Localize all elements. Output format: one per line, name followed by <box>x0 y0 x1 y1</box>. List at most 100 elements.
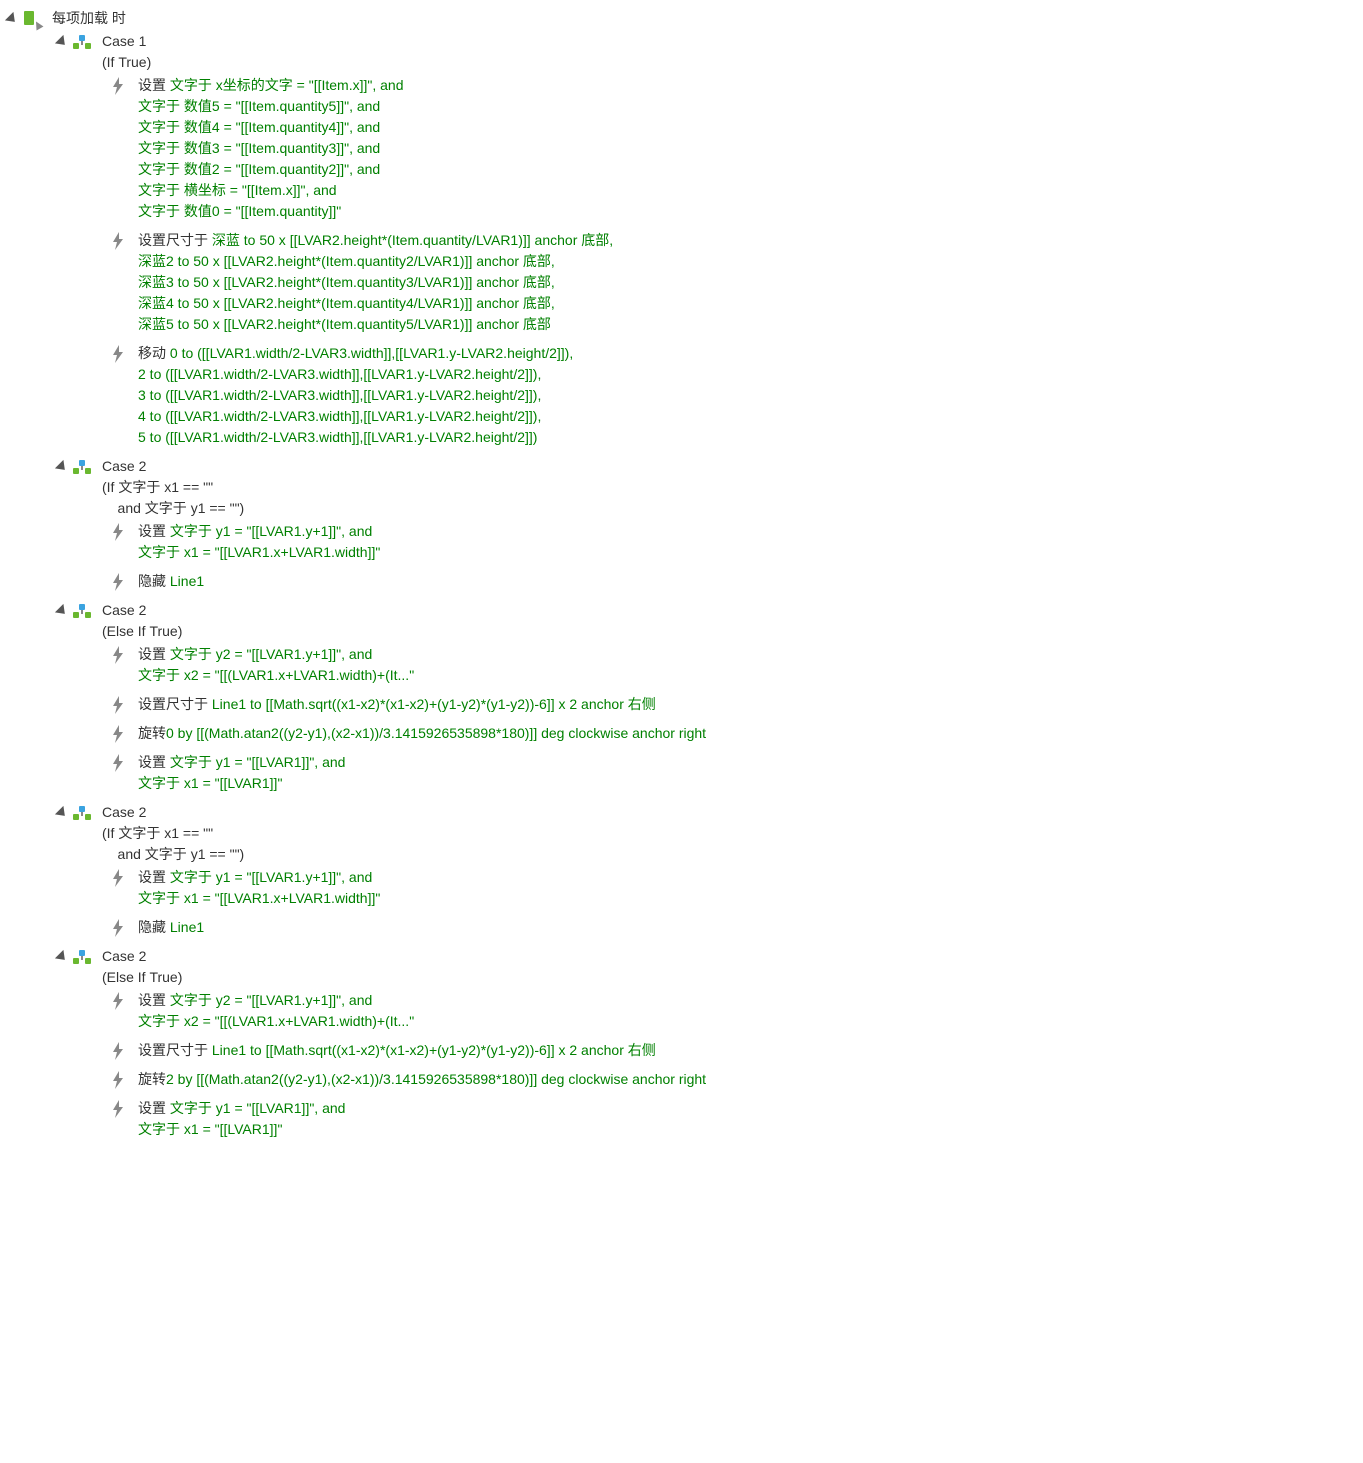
action-line: 文字于 x2 = "[[(LVAR1.x+LVAR1.width)+(It...… <box>138 665 1355 686</box>
expand-triangle-icon[interactable] <box>55 806 69 820</box>
case-row[interactable]: Case 2(Else If True) <box>8 946 1355 988</box>
action-line: 设置 文字于 y2 = "[[LVAR1.y+1]]", and <box>138 644 1355 665</box>
expand-triangle-icon[interactable] <box>5 12 19 26</box>
case-row[interactable]: Case 1(If True) <box>8 31 1355 73</box>
case-icon <box>73 35 91 49</box>
action-prefix: 设置 <box>138 646 170 662</box>
action-target: 2 to ([[LVAR1.width/2-LVAR3.width]],[[LV… <box>138 366 541 382</box>
action-prefix: 设置 <box>138 992 170 1008</box>
action-line: 设置 文字于 y1 = "[[LVAR1]]", and <box>138 1098 1355 1119</box>
action-target: 0 by [[(Math.atan2((y2-y1),(x2-x1))/3.14… <box>166 725 706 741</box>
action-target: 深蓝3 to 50 x [[LVAR2.height*(Item.quantit… <box>138 274 555 290</box>
action-line: 文字于 x1 = "[[LVAR1.x+LVAR1.width]]" <box>138 888 1355 909</box>
case-title: Case 2 <box>102 802 1355 823</box>
case-row[interactable]: Case 2(If 文字于 x1 == "" and 文字于 y1 == "") <box>8 456 1355 519</box>
event-row[interactable]: 每项加载 时 <box>8 8 1355 29</box>
case-title: Case 2 <box>102 600 1355 621</box>
action-row[interactable]: 隐藏 Line1 <box>8 917 1355 938</box>
bolt-icon <box>108 646 128 664</box>
case-row[interactable]: Case 2(Else If True) <box>8 600 1355 642</box>
bolt-icon <box>108 992 128 1010</box>
action-line: 文字于 x1 = "[[LVAR1]]" <box>138 1119 1355 1140</box>
case-icon <box>73 950 91 964</box>
action-target: 文字于 y1 = "[[LVAR1]]", and <box>170 754 346 770</box>
action-row[interactable]: 旋转2 by [[(Math.atan2((y2-y1),(x2-x1))/3.… <box>8 1069 1355 1090</box>
action-target: 文字于 x坐标的文字 = "[[Item.x]]", and <box>170 77 404 93</box>
action-line: 3 to ([[LVAR1.width/2-LVAR3.width]],[[LV… <box>138 385 1355 406</box>
action-target: Line1 <box>170 573 204 589</box>
event-icon <box>22 10 42 28</box>
case-header: Case 2(Else If True) <box>102 946 1355 988</box>
bolt-icon <box>108 869 128 887</box>
bolt-icon <box>108 523 128 541</box>
case-icon-slot <box>72 602 92 620</box>
action-row[interactable]: 设置 文字于 y2 = "[[LVAR1.y+1]]", and 文字于 x2 =… <box>8 990 1355 1032</box>
expand-triangle-icon[interactable] <box>55 604 69 618</box>
action-line: 设置 文字于 y1 = "[[LVAR1.y+1]]", and <box>138 521 1355 542</box>
bolt-icon <box>108 573 128 591</box>
expand-triangle-icon[interactable] <box>55 950 69 964</box>
action-line: 4 to ([[LVAR1.width/2-LVAR3.width]],[[LV… <box>138 406 1355 427</box>
action-line: 设置 文字于 y2 = "[[LVAR1.y+1]]", and <box>138 990 1355 1011</box>
action-row[interactable]: 移动 0 to ([[LVAR1.width/2-LVAR3.width]],[… <box>8 343 1355 448</box>
action-prefix: 设置 <box>138 77 170 93</box>
action-row[interactable]: 设置 文字于 y1 = "[[LVAR1.y+1]]", and文字于 x1 =… <box>8 867 1355 909</box>
action-prefix: 旋转 <box>138 1071 166 1087</box>
case-condition: (Else If True) <box>102 621 1355 642</box>
bolt-icon <box>108 77 128 95</box>
action-content: 设置尺寸于 Line1 to [[Math.sqrt((x1-x2)*(x1-x… <box>138 1040 1355 1061</box>
action-target: 深蓝 to 50 x [[LVAR2.height*(Item.quantity… <box>212 232 613 248</box>
case-icon <box>73 460 91 474</box>
action-content: 设置 文字于 y2 = "[[LVAR1.y+1]]", and文字于 x2 =… <box>138 644 1355 686</box>
action-line: 深蓝2 to 50 x [[LVAR2.height*(Item.quantit… <box>138 251 1355 272</box>
expand-triangle-icon[interactable] <box>55 35 69 49</box>
action-content: 设置尺寸于 深蓝 to 50 x [[LVAR2.height*(Item.qu… <box>138 230 1355 335</box>
action-content: 设置尺寸于 Line1 to [[Math.sqrt((x1-x2)*(x1-x… <box>138 694 1355 715</box>
action-line: 隐藏 Line1 <box>138 571 1355 592</box>
action-target: 文字于 y1 = "[[LVAR1.y+1]]", and <box>170 523 372 539</box>
bolt-icon <box>108 725 128 743</box>
action-line: 隐藏 Line1 <box>138 917 1355 938</box>
action-target: 文字于 x2 = "[[(LVAR1.x+LVAR1.width)+(It...… <box>138 1013 414 1029</box>
action-target: 文字于 数值3 = "[[Item.quantity3]]", and <box>138 140 380 156</box>
case-row[interactable]: Case 2(If 文字于 x1 == "" and 文字于 y1 == "") <box>8 802 1355 865</box>
action-prefix: 设置尺寸于 <box>138 696 212 712</box>
action-row[interactable]: 设置尺寸于 深蓝 to 50 x [[LVAR2.height*(Item.qu… <box>8 230 1355 335</box>
action-line: 深蓝3 to 50 x [[LVAR2.height*(Item.quantit… <box>138 272 1355 293</box>
action-line: 深蓝4 to 50 x [[LVAR2.height*(Item.quantit… <box>138 293 1355 314</box>
action-line: 文字于 数值2 = "[[Item.quantity2]]", and <box>138 159 1355 180</box>
case-condition: (Else If True) <box>102 967 1355 988</box>
action-row[interactable]: 设置 文字于 y2 = "[[LVAR1.y+1]]", and文字于 x2 =… <box>8 644 1355 686</box>
action-line: 设置尺寸于 深蓝 to 50 x [[LVAR2.height*(Item.qu… <box>138 230 1355 251</box>
action-row[interactable]: 隐藏 Line1 <box>8 571 1355 592</box>
action-row[interactable]: 设置 文字于 y1 = "[[LVAR1.y+1]]", and文字于 x1 =… <box>8 521 1355 563</box>
action-row[interactable]: 设置 文字于 x坐标的文字 = "[[Item.x]]", and文字于 数值5… <box>8 75 1355 222</box>
action-row[interactable]: 设置 文字于 y1 = "[[LVAR1]]", and文字于 x1 = "[[… <box>8 1098 1355 1140</box>
action-line: 旋转0 by [[(Math.atan2((y2-y1),(x2-x1))/3.… <box>138 723 1355 744</box>
case-header: Case 2(Else If True) <box>102 600 1355 642</box>
action-line: 文字于 x2 = "[[(LVAR1.x+LVAR1.width)+(It...… <box>138 1011 1355 1032</box>
action-line: 文字于 x1 = "[[LVAR1]]" <box>138 773 1355 794</box>
action-content: 移动 0 to ([[LVAR1.width/2-LVAR3.width]],[… <box>138 343 1355 448</box>
action-row[interactable]: 设置尺寸于 Line1 to [[Math.sqrt((x1-x2)*(x1-x… <box>8 694 1355 715</box>
expand-triangle-icon[interactable] <box>55 460 69 474</box>
action-line: 设置尺寸于 Line1 to [[Math.sqrt((x1-x2)*(x1-x… <box>138 1040 1355 1061</box>
action-line: 移动 0 to ([[LVAR1.width/2-LVAR3.width]],[… <box>138 343 1355 364</box>
action-content: 设置 文字于 y2 = "[[LVAR1.y+1]]", and 文字于 x2 =… <box>138 990 1355 1032</box>
action-content: 隐藏 Line1 <box>138 571 1355 592</box>
action-content: 设置 文字于 y1 = "[[LVAR1]]", and文字于 x1 = "[[… <box>138 752 1355 794</box>
action-line: 旋转2 by [[(Math.atan2((y2-y1),(x2-x1))/3.… <box>138 1069 1355 1090</box>
action-prefix: 设置 <box>138 869 170 885</box>
action-target: 文字于 y2 = "[[LVAR1.y+1]]", and <box>170 646 372 662</box>
action-content: 隐藏 Line1 <box>138 917 1355 938</box>
action-row[interactable]: 旋转0 by [[(Math.atan2((y2-y1),(x2-x1))/3.… <box>8 723 1355 744</box>
case-header: Case 2(If 文字于 x1 == "" and 文字于 y1 == "") <box>102 456 1355 519</box>
action-target: Line1 to [[Math.sqrt((x1-x2)*(x1-x2)+(y1… <box>212 696 656 712</box>
action-target: Line1 to [[Math.sqrt((x1-x2)*(x1-x2)+(y1… <box>212 1042 656 1058</box>
action-target: 4 to ([[LVAR1.width/2-LVAR3.width]],[[LV… <box>138 408 541 424</box>
case-header: Case 1(If True) <box>102 31 1355 73</box>
action-content: 旋转0 by [[(Math.atan2((y2-y1),(x2-x1))/3.… <box>138 723 1355 744</box>
action-row[interactable]: 设置 文字于 y1 = "[[LVAR1]]", and文字于 x1 = "[[… <box>8 752 1355 794</box>
action-row[interactable]: 设置尺寸于 Line1 to [[Math.sqrt((x1-x2)*(x1-x… <box>8 1040 1355 1061</box>
action-line: 5 to ([[LVAR1.width/2-LVAR3.width]],[[LV… <box>138 427 1355 448</box>
